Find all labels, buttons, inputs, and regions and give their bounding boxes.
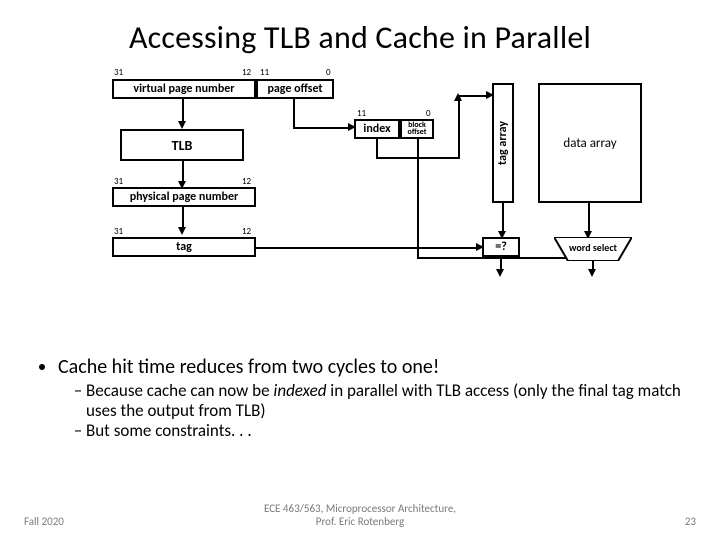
bullet-sub-1b: indexed xyxy=(273,380,326,401)
data-array-box: data array xyxy=(538,83,642,203)
vpn-box: virtual page number xyxy=(112,79,256,99)
bullet-sub-1: Because cache can now be indexed in para… xyxy=(86,381,688,420)
footer-center: ECE 463/563, Microprocessor Architecture… xyxy=(124,502,596,528)
tag-box: tag xyxy=(112,237,256,257)
slide-title: Accessing TLB and Cache in Parallel xyxy=(24,18,696,57)
tag-array-label: tag array xyxy=(496,121,510,165)
footer-left: Fall 2020 xyxy=(24,515,124,528)
bit-0-b: 0 xyxy=(426,108,431,119)
bit-11-a: 11 xyxy=(260,67,269,78)
index-box: index xyxy=(354,119,400,139)
bit-31-c: 31 xyxy=(114,226,123,237)
page-offset-box: page offset xyxy=(256,79,334,99)
block-offset-box: block offset xyxy=(400,119,434,139)
bullet-section: Cache hit time reduces from two cycles t… xyxy=(24,349,696,441)
tag-array-box: tag array xyxy=(492,83,514,203)
bit-12-a: 12 xyxy=(242,67,251,78)
block-offset-bot: offset xyxy=(408,129,427,136)
ppn-box: physical page number xyxy=(112,187,256,207)
bit-11-b: 11 xyxy=(357,108,366,119)
bit-0-a: 0 xyxy=(326,67,331,78)
bit-12-b: 12 xyxy=(242,176,251,187)
bullet-main: Cache hit time reduces from two cycles t… xyxy=(58,355,688,379)
word-select-label: word select xyxy=(560,241,626,254)
comparator-box: =? xyxy=(482,237,520,257)
diagram-container: 31 12 11 0 virtual page number page offs… xyxy=(60,69,660,349)
bullet-sub-1a: Because cache can now be xyxy=(86,380,273,401)
footer: Fall 2020 ECE 463/563, Microprocessor Ar… xyxy=(0,502,720,528)
footer-center-2: Prof. Eric Rotenberg xyxy=(316,515,404,528)
bit-31-b: 31 xyxy=(114,176,123,187)
footer-center-1: ECE 463/563, Microprocessor Architecture… xyxy=(264,502,456,515)
bit-31-a: 31 xyxy=(114,67,123,78)
bullet-sub-2: But some constraints. . . xyxy=(86,421,688,441)
tlb-box: TLB xyxy=(120,129,244,161)
bit-12-c: 12 xyxy=(242,226,251,237)
footer-right: 23 xyxy=(596,515,696,528)
